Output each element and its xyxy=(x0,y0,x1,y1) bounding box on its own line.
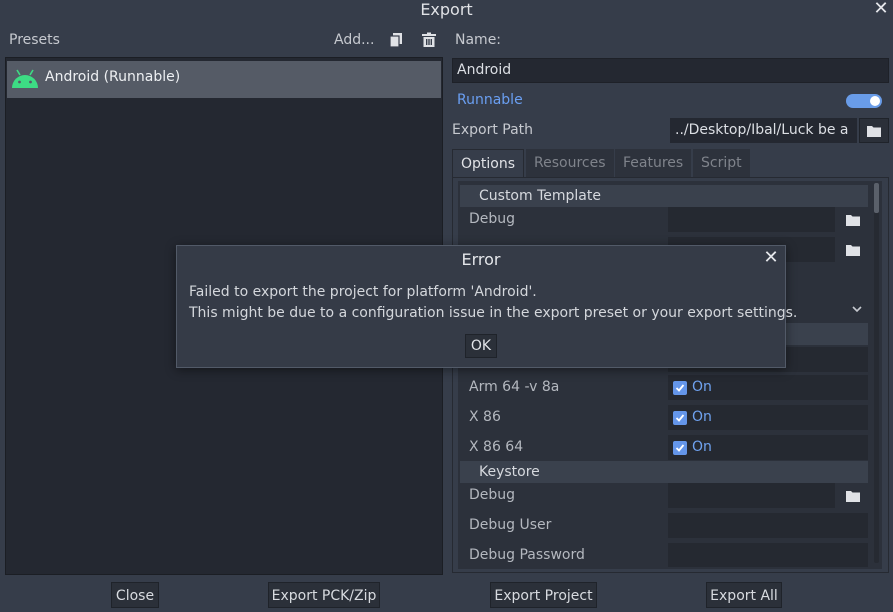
tab-script[interactable]: Script xyxy=(693,149,750,177)
name-field[interactable]: Android xyxy=(452,58,889,83)
error-message-line-1: Failed to export the project for platfor… xyxy=(189,284,537,300)
close-button[interactable]: Close xyxy=(111,582,159,608)
add-preset-button[interactable]: Add... xyxy=(334,32,374,48)
folder-icon[interactable] xyxy=(837,207,868,232)
x86-on-label: On xyxy=(692,409,712,425)
options-scrollbar[interactable] xyxy=(874,183,879,563)
x86-64-checkbox[interactable] xyxy=(673,441,687,455)
folder-icon[interactable] xyxy=(859,118,889,143)
keystore-debug-password-field[interactable] xyxy=(668,543,868,567)
custom-template-debug-field[interactable] xyxy=(668,207,835,232)
section-keystore[interactable]: Keystore xyxy=(460,461,868,483)
presets-label: Presets xyxy=(9,32,60,48)
x86-label: X 86 xyxy=(469,409,501,425)
export-all-button[interactable]: Export All xyxy=(706,582,782,608)
toggle-knob xyxy=(870,96,880,106)
error-message-line-2: This might be due to a configuration iss… xyxy=(189,305,798,321)
keystore-debug-field[interactable] xyxy=(668,483,835,508)
close-icon[interactable]: ✕ xyxy=(762,249,780,267)
export-pck-zip-button[interactable]: Export PCK/Zip xyxy=(268,582,380,608)
export-path-field[interactable]: ../Desktop/Ibal/Luck be a xyxy=(670,118,857,143)
keystore-debug-user-label: Debug User xyxy=(469,517,552,533)
error-dialog-title: Error xyxy=(461,250,501,269)
keystore-debug-user-field[interactable] xyxy=(668,513,868,538)
section-custom-template[interactable]: Custom Template xyxy=(460,185,868,207)
arm64-label: Arm 64 -v 8a xyxy=(469,379,560,395)
close-icon[interactable]: ✕ xyxy=(873,0,889,18)
tab-features[interactable]: Features xyxy=(615,149,692,177)
folder-icon[interactable] xyxy=(837,237,868,262)
export-project-button[interactable]: Export Project xyxy=(490,582,597,608)
runnable-label: Runnable xyxy=(457,92,523,108)
name-label: Name: xyxy=(455,32,502,48)
section-keystore-label: Keystore xyxy=(479,464,540,480)
export-path-label: Export Path xyxy=(452,122,534,138)
tab-options[interactable]: Options xyxy=(452,149,525,177)
duplicate-icon[interactable] xyxy=(388,32,406,50)
ok-button[interactable]: OK xyxy=(465,334,497,358)
keystore-debug-password-label: Debug Password xyxy=(469,547,585,563)
arm64-checkbox[interactable] xyxy=(673,381,687,395)
error-dialog-message: Failed to export the project for platfor… xyxy=(189,282,797,324)
arm64-on-label: On xyxy=(692,379,712,395)
android-icon xyxy=(10,68,40,88)
folder-icon[interactable] xyxy=(837,483,868,508)
chevron-down-icon[interactable] xyxy=(850,302,864,316)
window-title: Export xyxy=(420,0,473,19)
preset-item-label: Android (Runnable) xyxy=(45,69,181,85)
options-scroll-thumb[interactable] xyxy=(874,183,879,213)
x86-64-on-label: On xyxy=(692,439,712,455)
section-custom-template-label: Custom Template xyxy=(479,188,601,204)
delete-icon[interactable] xyxy=(421,32,439,50)
x86-64-label: X 86 64 xyxy=(469,439,524,455)
x86-checkbox[interactable] xyxy=(673,411,687,425)
keystore-debug-label: Debug xyxy=(469,487,516,503)
runnable-toggle[interactable] xyxy=(846,94,882,108)
custom-template-debug-label: Debug xyxy=(469,211,516,227)
tab-resources[interactable]: Resources xyxy=(526,149,614,177)
